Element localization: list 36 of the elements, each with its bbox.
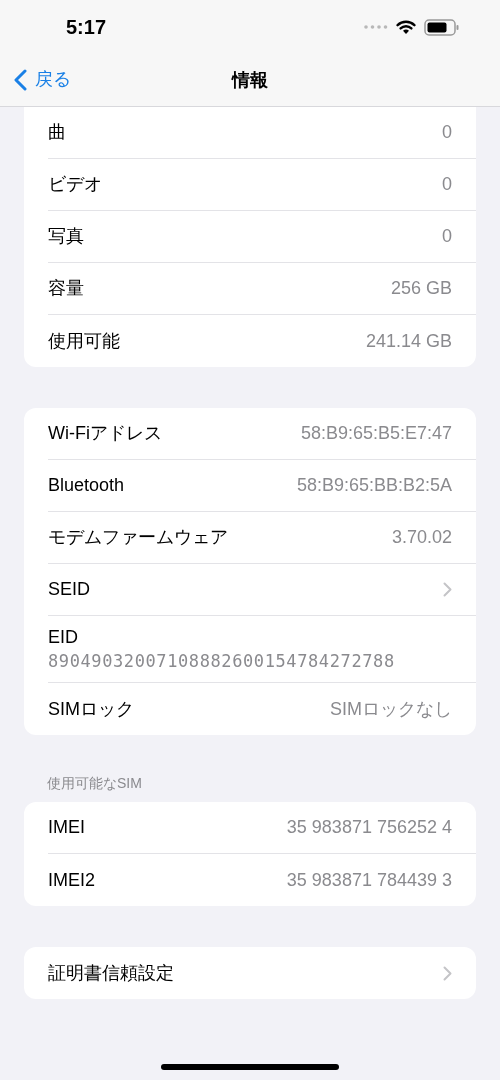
row-value: 35 983871 756252 4 (286, 816, 452, 839)
row-value: 0 (442, 173, 452, 196)
row-value: 256 GB (390, 277, 452, 300)
status-time: 5:17 (66, 15, 107, 40)
row-label: 証明書信頼設定 (48, 961, 174, 985)
row-label: SIMロック (48, 697, 134, 721)
row-label: IMEI2 (48, 868, 95, 892)
page-title: 情報 (232, 68, 268, 92)
row-label: Wi-Fiアドレス (48, 422, 162, 445)
row-value: 241.14 GB (365, 329, 452, 353)
row-label: 写真 (48, 225, 84, 248)
row-label: 容量 (48, 277, 84, 300)
row-label: ビデオ (48, 173, 102, 196)
row-value: SIMロックなし (330, 697, 452, 721)
back-button[interactable]: 戻る (14, 66, 71, 93)
wifi-icon (396, 19, 416, 35)
row-label: EID (48, 626, 79, 649)
row-label: 曲 (48, 121, 66, 144)
back-chevron-icon (14, 68, 27, 91)
row-label: SEID (48, 578, 90, 601)
battery-icon (424, 18, 460, 36)
chevron-icon (443, 582, 452, 597)
row-value: 89049032007108882600154784272788 (48, 650, 396, 673)
row-value: 35 983871 784439 3 (286, 868, 452, 892)
section-header: 使用可能なSIM (46, 774, 143, 793)
row-label: 使用可能 (48, 329, 120, 353)
signal-icon (364, 25, 388, 29)
chevron-icon (443, 965, 452, 981)
row-value: 3.70.02 (391, 526, 452, 549)
row-label: モデムファームウェア (48, 526, 228, 549)
row-label: Bluetooth (48, 474, 125, 497)
row-value: 58:B9:65:BB:B2:5A (296, 474, 452, 497)
row-value: 0 (442, 225, 452, 248)
row-value: 58:B9:65:B5:E7:47 (300, 422, 452, 445)
row-value: 0 (442, 121, 452, 144)
row-label: IMEI (48, 816, 85, 839)
